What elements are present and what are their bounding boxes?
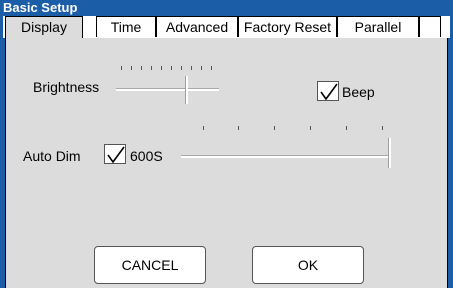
tab-empty [419,16,441,37]
brightness-slider-thumb[interactable] [185,76,188,104]
tab-advanced[interactable]: Advanced [156,16,238,37]
auto-dim-tick [238,126,239,130]
auto-dim-tick [203,126,204,130]
tab-strip: Display Time Advanced Factory Reset Para… [3,16,450,39]
brightness-label: Brightness [33,79,100,95]
brightness-tick [151,66,152,70]
tab-display[interactable]: Display [5,16,83,39]
basic-setup-window: Basic Setup Display Time Advanced Factor… [0,0,453,288]
brightness-tick [131,66,132,70]
brightness-tick [191,66,192,70]
auto-dim-slider-track [181,155,391,158]
auto-dim-tick [346,126,347,130]
checkmark-icon [320,83,338,101]
beep-label: Beep [342,84,375,100]
tab-factory-reset[interactable]: Factory Reset [238,16,337,37]
brightness-tick [161,66,162,70]
checkmark-icon [107,146,125,164]
ok-button[interactable]: OK [252,246,364,284]
beep-checkbox[interactable] [317,81,339,101]
auto-dim-value: 600S [130,148,163,164]
auto-dim-slider-thumb[interactable] [388,138,391,168]
auto-dim-tick [274,126,275,130]
brightness-tick [211,66,212,70]
auto-dim-tick [382,126,383,130]
window-title: Basic Setup [0,0,453,16]
auto-dim-checkbox[interactable] [104,144,126,164]
brightness-slider-track [116,88,219,91]
auto-dim-tick [310,126,311,130]
brightness-tick [171,66,172,70]
brightness-tick [121,66,122,70]
brightness-tick [141,66,142,70]
tab-time[interactable]: Time [96,16,156,37]
brightness-tick [201,66,202,70]
cancel-button[interactable]: CANCEL [94,246,206,284]
auto-dim-label: Auto Dim [23,148,81,164]
display-panel: Brightness Beep Auto Dim 600S CANCEL OK [5,38,448,288]
brightness-tick [181,66,182,70]
tab-parallel[interactable]: Parallel [337,16,419,37]
